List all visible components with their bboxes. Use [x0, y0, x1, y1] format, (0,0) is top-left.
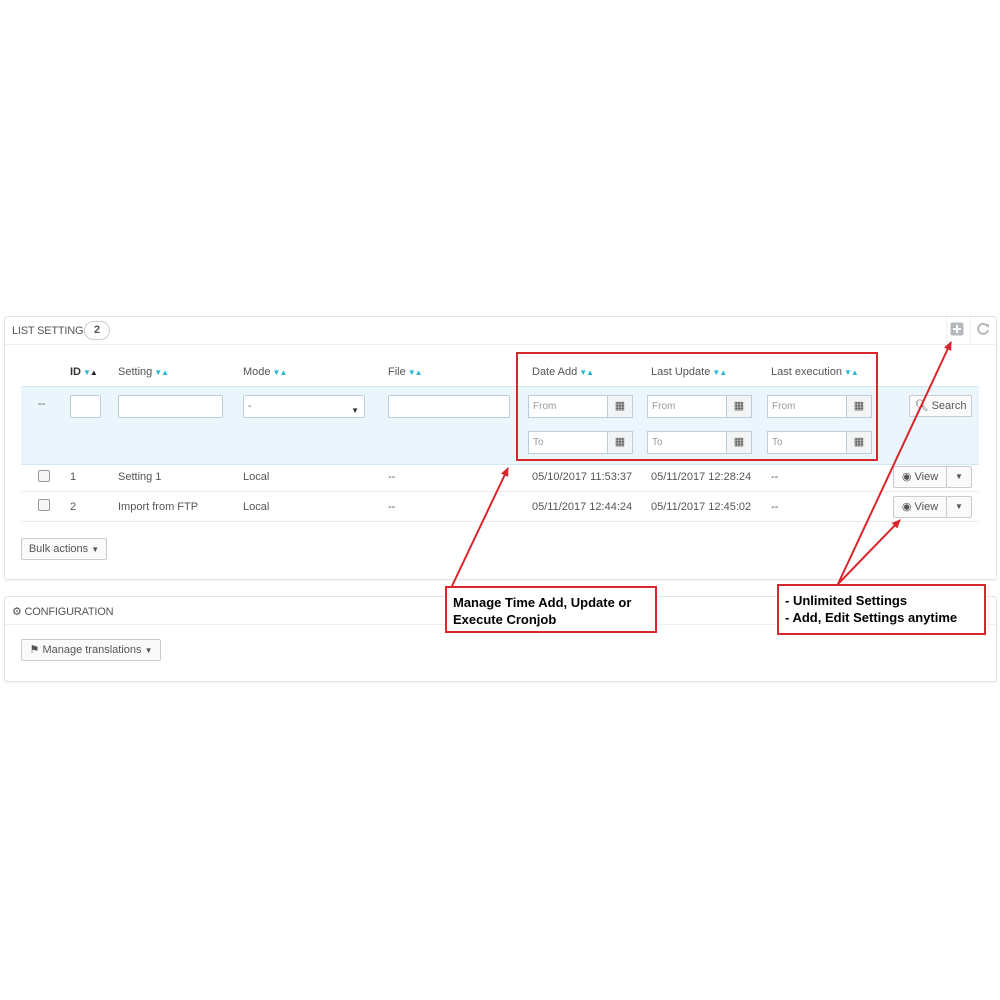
search-button[interactable]: 🔍︎ Search — [909, 395, 972, 417]
caret-down-icon: ▼ — [351, 406, 359, 415]
date-columns-highlight — [516, 352, 878, 461]
view-button-label: View — [914, 501, 939, 513]
row-last-update: 05/11/2017 12:28:24 — [651, 471, 752, 483]
header-divider — [946, 317, 947, 345]
row-setting: Setting 1 — [118, 471, 162, 483]
column-header-mode[interactable]: Mode ▼▲ — [243, 366, 288, 378]
row-file: -- — [388, 501, 396, 513]
bulk-actions-button[interactable]: Bulk actions ▼ — [21, 538, 107, 560]
sort-icon[interactable]: ▼▲ — [408, 368, 423, 377]
callout-line: Execute Cronjob — [453, 612, 557, 627]
sort-icon[interactable]: ▼▲ — [154, 368, 169, 377]
manage-translations-label: Manage translations — [42, 644, 142, 656]
row-last-execution: -- — [771, 471, 779, 483]
panel-title: LIST SETTINGS — [12, 325, 91, 337]
column-label: ID — [70, 366, 81, 378]
column-header-setting[interactable]: Setting ▼▲ — [118, 366, 169, 378]
mode-selected-value: - — [248, 401, 252, 412]
refresh-icon[interactable] — [975, 322, 991, 338]
column-label: Mode — [243, 366, 271, 378]
filter-empty-marker: -- — [38, 398, 46, 410]
view-button[interactable]: ◉ View — [893, 496, 947, 518]
row-mode: Local — [243, 471, 270, 483]
file-filter-input[interactable] — [388, 395, 510, 418]
search-icon: 🔍︎ — [914, 400, 929, 412]
time-management-callout: Manage Time Add, Update or Execute Cronj… — [445, 586, 657, 633]
row-actions-dropdown[interactable]: ▼ — [946, 496, 972, 518]
row-last-update: 05/11/2017 12:45:02 — [651, 501, 752, 513]
view-button[interactable]: ◉ View — [893, 466, 947, 488]
panel-title-text: CONFIGURATION — [24, 606, 114, 618]
cogs-icon: ⚙ — [12, 606, 22, 618]
eye-icon: ◉ — [901, 501, 912, 513]
row-mode: Local — [243, 501, 270, 513]
callout-line: Manage Time Add, Update or — [453, 595, 632, 610]
row-last-execution: -- — [771, 501, 779, 513]
id-filter-input[interactable] — [70, 395, 101, 418]
sort-icon[interactable]: ▼▲ — [273, 368, 288, 377]
row-id: 2 — [70, 501, 77, 513]
row-divider — [21, 521, 979, 522]
plus-square-icon[interactable] — [949, 322, 965, 338]
row-id: 1 — [70, 471, 77, 483]
eye-icon: ◉ — [901, 471, 912, 483]
row-checkbox[interactable] — [38, 499, 50, 511]
sort-icon[interactable]: ▼▲ — [83, 368, 98, 377]
caret-down-icon: ▼ — [955, 502, 963, 511]
row-divider — [21, 491, 979, 492]
caret-down-icon: ▼ — [91, 545, 100, 554]
row-checkbox[interactable] — [38, 470, 50, 482]
caret-down-icon: ▼ — [955, 472, 963, 481]
column-label: Setting — [118, 366, 153, 378]
callout-line: - Add, Edit Settings anytime — [785, 610, 958, 625]
header-divider — [970, 317, 971, 345]
count-badge: 2 — [84, 321, 110, 340]
column-header-id[interactable]: ID ▼▲ — [70, 366, 98, 378]
search-button-label: Search — [931, 400, 967, 412]
row-date-add: 05/10/2017 11:53:37 — [532, 471, 633, 483]
row-file: -- — [388, 471, 396, 483]
column-header-file[interactable]: File ▼▲ — [388, 366, 423, 378]
mode-filter-select[interactable]: - ▼ — [243, 395, 365, 418]
setting-filter-input[interactable] — [118, 395, 223, 418]
manage-translations-button[interactable]: ⚑ Manage translations ▼ — [21, 639, 161, 661]
column-label: File — [388, 366, 406, 378]
view-button-label: View — [914, 471, 939, 483]
panel-header: LIST SETTINGS 2 — [5, 317, 996, 345]
bulk-actions-label: Bulk actions — [28, 543, 89, 555]
callout-line: - Unlimited Settings — [785, 593, 908, 608]
row-date-add: 05/11/2017 12:44:24 — [532, 501, 633, 513]
settings-callout: - Unlimited Settings - Add, Edit Setting… — [777, 584, 986, 635]
row-actions-dropdown[interactable]: ▼ — [946, 466, 972, 488]
row-setting: Import from FTP — [118, 501, 199, 513]
panel-title: ⚙ CONFIGURATION — [12, 605, 114, 618]
flag-icon: ⚑ — [29, 644, 40, 656]
caret-down-icon: ▼ — [144, 646, 153, 655]
